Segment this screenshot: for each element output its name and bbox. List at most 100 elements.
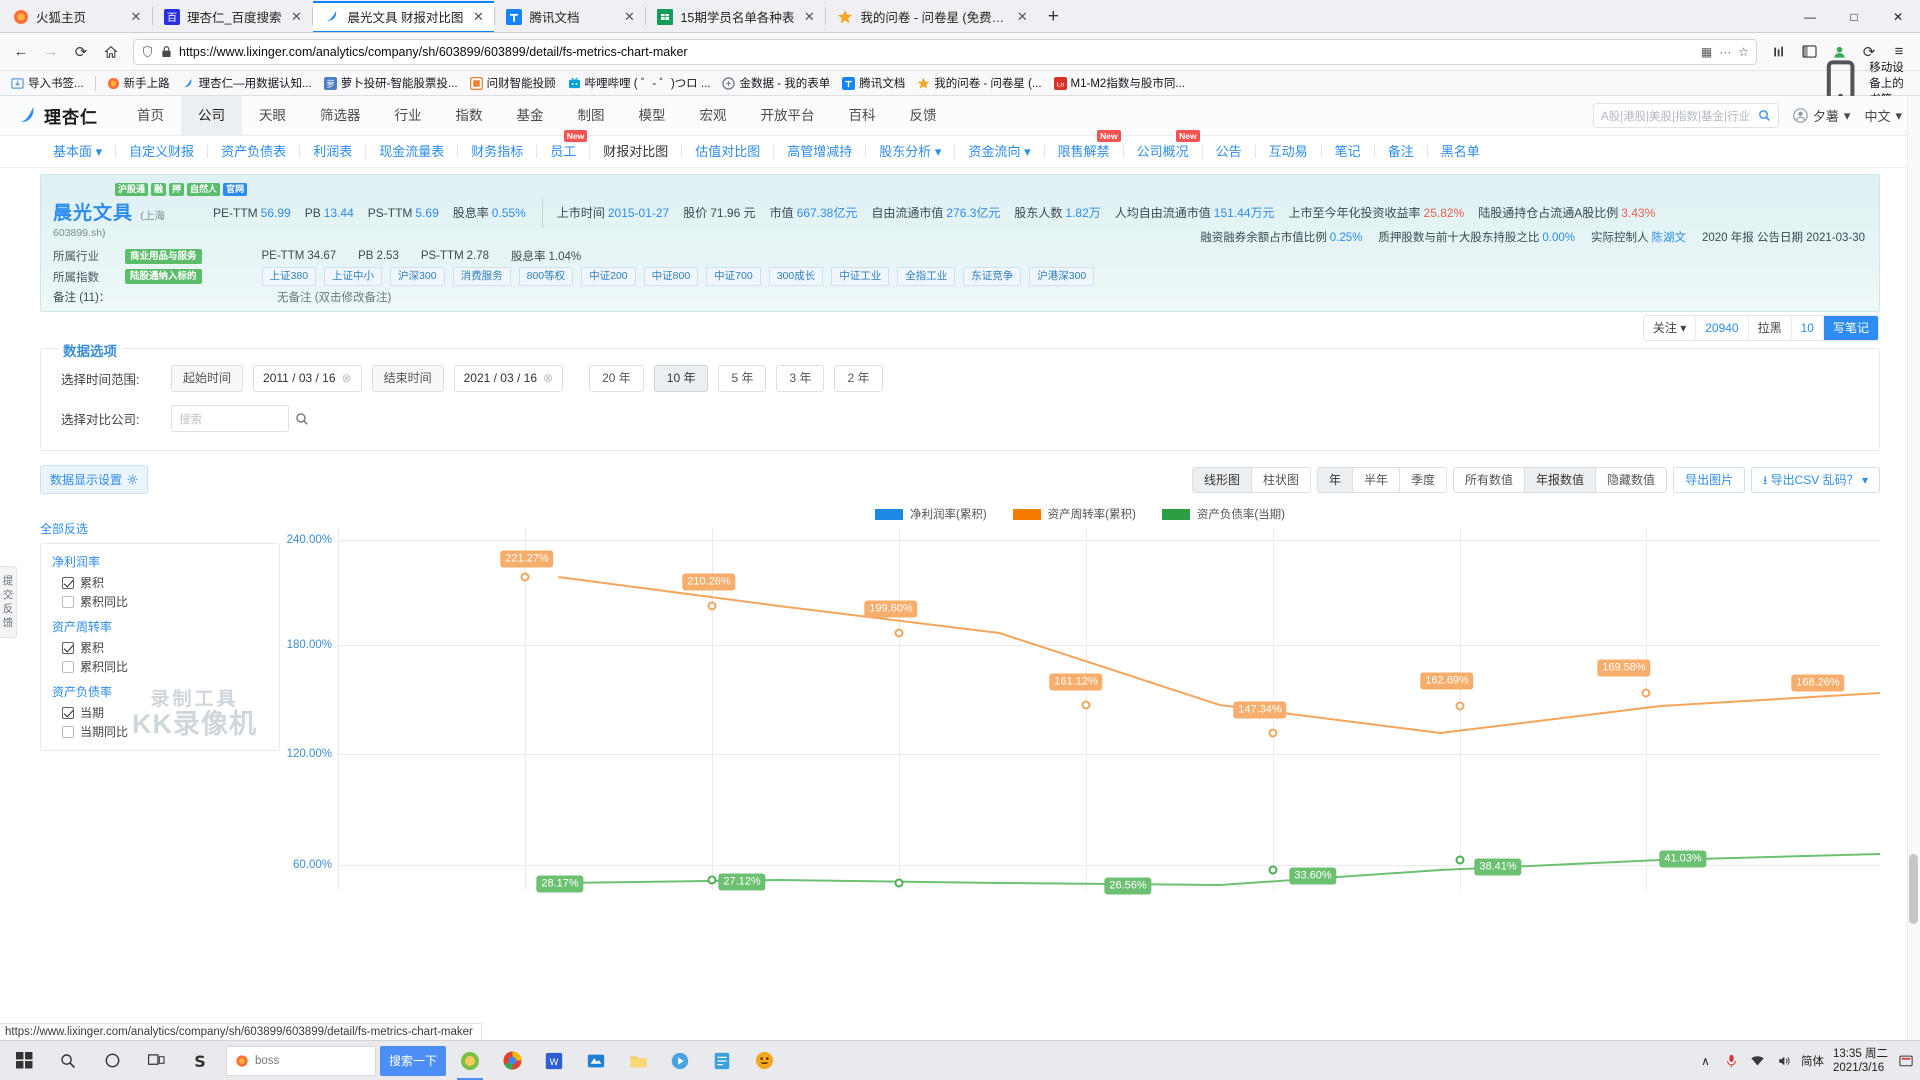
bookmark-2[interactable]: 理杏仁—用数据认知... — [177, 73, 317, 93]
clear-icon[interactable]: ⊗ — [543, 366, 553, 391]
index-item-1[interactable]: 上证中小 — [324, 267, 383, 286]
nav-item-home[interactable]: 首页 — [120, 96, 181, 136]
period-halfyear[interactable]: 半年 — [1351, 466, 1400, 493]
data-point[interactable] — [1455, 855, 1465, 865]
subnav-balance-sheet[interactable]: 资产负债表 — [208, 136, 299, 168]
period-quarter[interactable]: 季度 — [1399, 466, 1448, 493]
index-tag[interactable]: 陆股通纳入标的 — [125, 269, 202, 284]
cortana-button[interactable] — [90, 1041, 134, 1080]
back-button[interactable]: ← — [7, 38, 35, 66]
data-point[interactable] — [1641, 688, 1651, 698]
bookmark-star-icon[interactable]: ☆ — [1738, 45, 1749, 59]
subnav-employees[interactable]: 员工 New — [537, 129, 589, 168]
checkbox[interactable] — [62, 641, 74, 654]
subnav-cashflow[interactable]: 现金流量表 — [366, 136, 457, 168]
data-point[interactable] — [707, 875, 717, 885]
page-actions-icon[interactable]: ··· — [1719, 45, 1731, 59]
library-icon[interactable] — [1765, 38, 1793, 66]
range-5y[interactable]: 5 年 — [718, 365, 767, 392]
close-icon[interactable]: ✕ — [470, 9, 486, 25]
series-item-turnover-yoy[interactable]: 累积同比 — [52, 657, 268, 676]
data-display-settings-button[interactable]: 数据显示设置 — [40, 465, 149, 494]
data-point[interactable] — [1268, 865, 1278, 875]
network-icon[interactable] — [1749, 1052, 1766, 1069]
checkbox[interactable] — [62, 706, 74, 719]
taskbar-app-media[interactable] — [659, 1041, 701, 1080]
bookmark-6[interactable]: 金数据 - 我的表单 — [717, 73, 835, 93]
nav-item-fund[interactable]: 基金 — [500, 96, 561, 136]
reload-button[interactable]: ⟳ — [67, 38, 95, 66]
subnav-remarks[interactable]: 备注 — [1375, 136, 1427, 168]
maximize-button[interactable]: □ — [1832, 1, 1876, 32]
note-value[interactable]: 无备注 (双击修改备注) — [277, 289, 391, 305]
bookmark-7[interactable]: 腾讯文档 — [837, 73, 910, 93]
index-item-5[interactable]: 中证200 — [581, 267, 636, 286]
data-point[interactable] — [894, 878, 904, 888]
taskbar-app-chrome[interactable] — [491, 1041, 533, 1080]
taskbar-search-button[interactable] — [46, 1041, 90, 1080]
checkbox[interactable] — [62, 576, 74, 589]
search-icon[interactable] — [1758, 109, 1771, 122]
checkbox[interactable] — [62, 660, 74, 673]
feedback-side-tab[interactable]: 提交反馈 — [0, 566, 17, 638]
language-selector[interactable]: 中文 ▾ — [1864, 106, 1902, 125]
start-button[interactable] — [2, 1041, 46, 1080]
subnav-capital-flow[interactable]: 资金流向 ▾ — [955, 136, 1043, 168]
data-point[interactable] — [1268, 728, 1278, 738]
task-view-button[interactable] — [134, 1041, 178, 1080]
address-bar[interactable]: https://www.lixinger.com/analytics/compa… — [133, 38, 1757, 65]
page-scrollbar[interactable] — [1907, 96, 1920, 1040]
taskbar-search-go-button[interactable]: 搜索一下 — [380, 1045, 447, 1076]
compare-search-input[interactable]: 搜索 — [171, 405, 289, 432]
bookmark-4[interactable]: 问财智能投顾 — [465, 73, 561, 93]
close-icon[interactable]: ✕ — [801, 9, 817, 25]
user-menu[interactable]: 夕薯 ▾ — [1793, 106, 1850, 125]
subnav-financial-metrics[interactable]: 财务指标 — [458, 136, 536, 168]
forward-button[interactable]: → — [37, 38, 65, 66]
taskbar-app-explorer[interactable] — [617, 1041, 659, 1080]
series-item-net-margin-cumulative[interactable]: 累积 — [52, 573, 268, 592]
bookmark-import[interactable]: 导入书签... — [6, 73, 89, 93]
chart-type-line[interactable]: 线形图 — [1191, 466, 1252, 493]
export-image-button[interactable]: 导出图片 — [1673, 466, 1746, 493]
write-note-button[interactable]: 写笔记 — [1823, 316, 1878, 340]
browser-tab-1[interactable]: 百 理杏仁_百度搜索 ✕ — [153, 1, 312, 32]
series-item-net-margin-yoy[interactable]: 累积同比 — [52, 592, 268, 611]
end-time-button[interactable]: 结束时间 — [371, 365, 444, 392]
nav-item-macro[interactable]: 宏观 — [683, 96, 744, 136]
browser-tab-3[interactable]: 腾讯文档 ✕ — [495, 1, 645, 32]
browser-tab-0[interactable]: 火狐主页 ✕ — [2, 1, 152, 32]
browser-tab-2[interactable]: 晨光文具 财报对比图 ✕ — [313, 1, 495, 32]
close-icon[interactable]: ✕ — [1014, 9, 1030, 25]
nav-item-model[interactable]: 模型 — [622, 96, 683, 136]
reader-mode-icon[interactable]: ▦ — [1701, 45, 1712, 59]
taskbar-app-browser[interactable] — [449, 1041, 491, 1080]
range-3y[interactable]: 3 年 — [776, 365, 825, 392]
range-20y[interactable]: 20 年 — [589, 365, 644, 392]
subnav-custom-report[interactable]: 自定义财报 — [116, 136, 207, 168]
bookmark-8[interactable]: 我的问卷 - 问卷星 (... — [912, 73, 1046, 93]
close-window-button[interactable]: ✕ — [1876, 1, 1920, 32]
data-point[interactable] — [1455, 701, 1465, 711]
bookmark-9[interactable]: Lo M1-M2指数与股市同... — [1049, 73, 1190, 93]
bookmark-3[interactable]: 萝 萝卜投研-智能股票投... — [319, 73, 463, 93]
subnav-company-profile[interactable]: 公司概况 New — [1124, 129, 1202, 168]
index-item-4[interactable]: 800等权 — [518, 267, 574, 286]
nav-item-openplatform[interactable]: 开放平台 — [744, 96, 832, 136]
index-item-6[interactable]: 中证800 — [643, 267, 699, 286]
bookmark-5[interactable]: 哔哩哔哩 ( ゜- ゜)つロ ... — [563, 73, 716, 93]
subnav-interactive[interactable]: 互动易 — [1256, 136, 1321, 168]
value-mode-all[interactable]: 所有数值 — [1453, 466, 1526, 493]
index-item-3[interactable]: 消费服务 — [452, 267, 511, 286]
industry-tag[interactable]: 商业用品与服务 — [125, 248, 202, 264]
tray-chevron-icon[interactable]: ∧ — [1697, 1052, 1714, 1069]
minimize-button[interactable]: — — [1788, 1, 1832, 32]
checkbox[interactable] — [62, 595, 74, 608]
taskbar-app-s[interactable]: S — [178, 1041, 222, 1080]
follow-button[interactable]: 关注 ▾ — [1644, 316, 1697, 340]
export-csv-button[interactable]: ⭳ 导出CSV 乱码？ ▾ — [1751, 466, 1880, 493]
subnav-report-chart[interactable]: 财报对比图 — [590, 136, 681, 168]
index-item-7[interactable]: 中证700 — [706, 267, 761, 286]
subnav-fundamentals[interactable]: 基本面 ▾ — [40, 136, 115, 168]
index-item-2[interactable]: 沪深300 — [390, 267, 445, 286]
